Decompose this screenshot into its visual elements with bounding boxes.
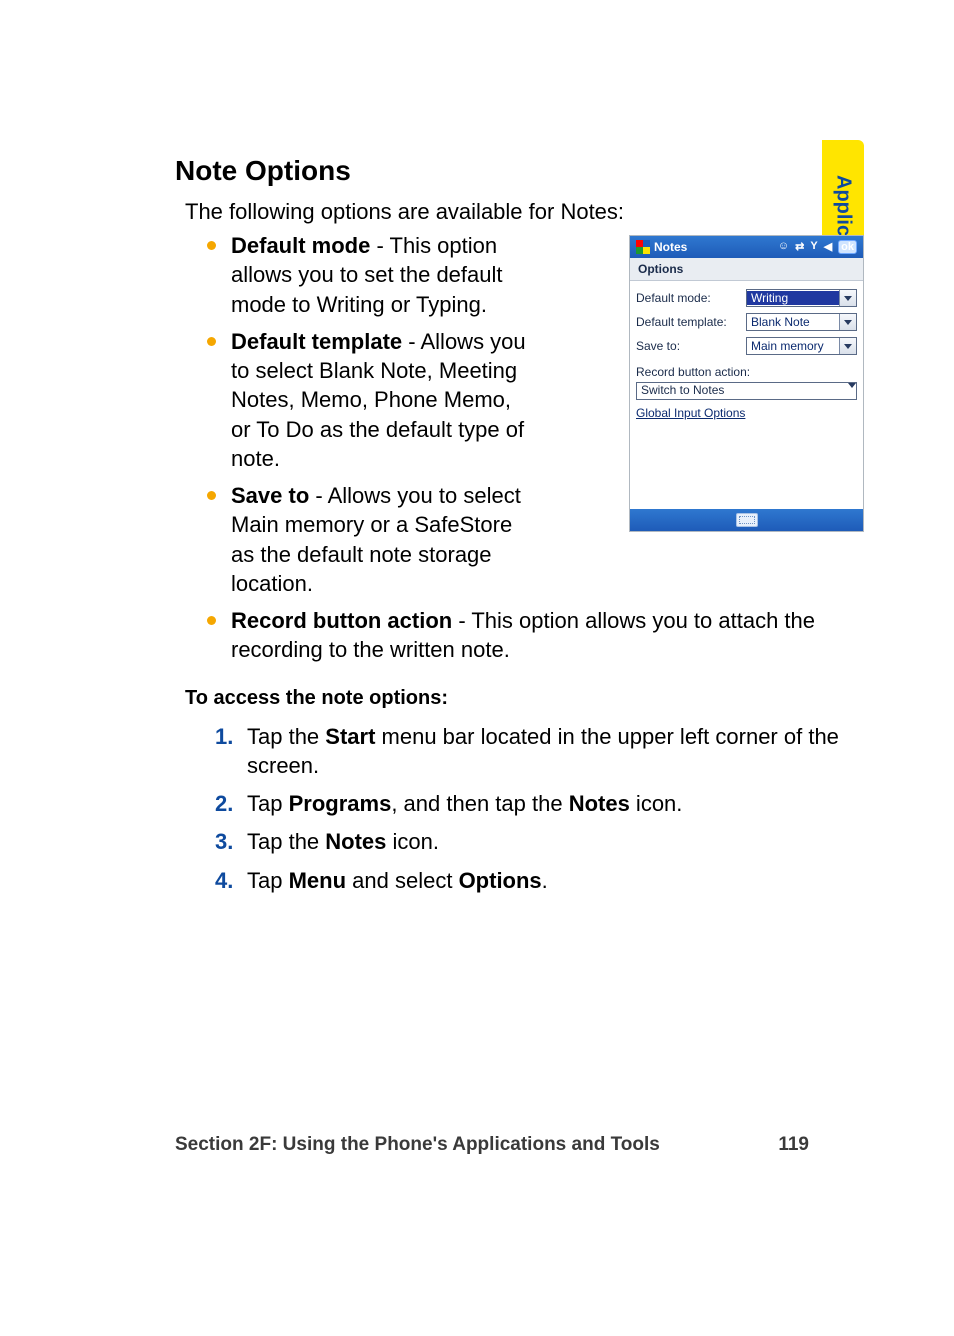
screenshot-menubar[interactable]: Options bbox=[630, 258, 863, 281]
save-to-select[interactable]: Main memory bbox=[746, 337, 857, 355]
footer-page: 119 bbox=[778, 1134, 809, 1156]
chevron-down-icon[interactable] bbox=[848, 383, 856, 399]
screenshot-sip-bar[interactable] bbox=[630, 509, 863, 531]
bullet-default-mode: Default mode - This option allows you to… bbox=[203, 231, 533, 319]
step-3: Tap the Notes icon. bbox=[215, 827, 864, 856]
screenshot-title: Notes bbox=[654, 240, 687, 254]
bullet-record-button: Record button action - This option allow… bbox=[203, 606, 864, 665]
start-icon[interactable] bbox=[636, 240, 650, 254]
intro-text: The following options are available for … bbox=[185, 199, 864, 225]
step-1: Tap the Start menu bar located in the up… bbox=[215, 722, 864, 781]
keyboard-icon[interactable] bbox=[736, 513, 758, 527]
device-screenshot: Notes ☺ ⇄ Y ◀ ok Options Default mode: W… bbox=[629, 235, 864, 532]
step-4: Tap Menu and select Options. bbox=[215, 866, 864, 895]
default-mode-select[interactable]: Writing bbox=[746, 289, 857, 307]
signal-icon[interactable]: Y bbox=[810, 240, 817, 254]
ok-button[interactable]: ok bbox=[838, 240, 857, 254]
bullet-term: Save to bbox=[231, 483, 309, 508]
bullet-term: Record button action bbox=[231, 608, 452, 633]
record-button-value: Switch to Notes bbox=[637, 383, 848, 399]
record-button-label: Record button action: bbox=[636, 365, 857, 379]
default-template-value: Blank Note bbox=[747, 315, 839, 329]
default-template-label: Default template: bbox=[636, 315, 744, 329]
footer-section: Section 2F: Using the Phone's Applicatio… bbox=[175, 1134, 660, 1156]
page-heading: Note Options bbox=[175, 155, 864, 187]
chevron-down-icon[interactable] bbox=[839, 290, 856, 306]
step-2: Tap Programs, and then tap the Notes ico… bbox=[215, 789, 864, 818]
save-to-label: Save to: bbox=[636, 339, 744, 353]
bullet-term: Default template bbox=[231, 329, 402, 354]
default-mode-label: Default mode: bbox=[636, 291, 744, 305]
sync-icon[interactable]: ⇄ bbox=[795, 240, 804, 254]
default-mode-value: Writing bbox=[747, 291, 839, 305]
chevron-down-icon[interactable] bbox=[839, 338, 856, 354]
bullet-default-template: Default template - Allows you to select … bbox=[203, 327, 533, 473]
task-heading: To access the note options: bbox=[185, 687, 864, 710]
global-input-options-link[interactable]: Global Input Options bbox=[636, 406, 745, 420]
page-footer: Section 2F: Using the Phone's Applicatio… bbox=[0, 1134, 954, 1156]
chat-icon[interactable]: ☺ bbox=[778, 240, 789, 254]
bullet-save-to: Save to - Allows you to select Main memo… bbox=[203, 481, 533, 598]
default-template-select[interactable]: Blank Note bbox=[746, 313, 857, 331]
save-to-value: Main memory bbox=[747, 339, 839, 353]
volume-icon[interactable]: ◀ bbox=[824, 240, 832, 254]
screenshot-body: Default mode: Writing Default template: … bbox=[630, 281, 863, 509]
record-button-select[interactable]: Switch to Notes bbox=[636, 382, 857, 400]
chevron-down-icon[interactable] bbox=[839, 314, 856, 330]
bullet-term: Default mode bbox=[231, 233, 370, 258]
screenshot-titlebar: Notes ☺ ⇄ Y ◀ ok bbox=[630, 236, 863, 258]
